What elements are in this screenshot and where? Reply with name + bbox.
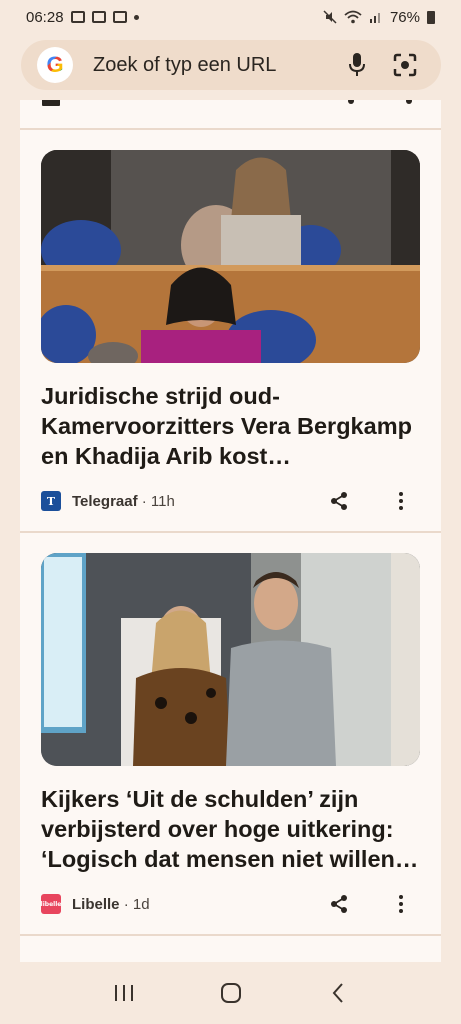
next-card[interactable]	[20, 936, 441, 962]
article-source[interactable]: Telegraaf · 11h	[72, 493, 175, 510]
mail-icon	[91, 11, 106, 23]
share-icon[interactable]	[319, 884, 359, 924]
source-name: Telegraaf	[72, 492, 138, 510]
wifi-icon	[344, 10, 362, 24]
gallery-icon	[70, 11, 85, 23]
article-card[interactable]: Kijkers ‘Uit de schulden’ zijn verbijste…	[20, 533, 441, 936]
search-input[interactable]: Zoek of typ een URL	[93, 54, 329, 77]
article-image[interactable]	[41, 150, 420, 363]
battery-icon	[427, 10, 435, 24]
status-bar: 06:28 76%	[0, 0, 461, 34]
status-time: 06:28	[26, 8, 64, 26]
article-image[interactable]	[41, 553, 420, 766]
libelle-logo-icon: libelle	[41, 894, 61, 914]
previous-card-footer	[20, 100, 441, 130]
system-nav-bar	[0, 962, 461, 1024]
mail-icon	[112, 11, 127, 23]
google-logo-icon[interactable]: G	[37, 47, 73, 83]
recent-apps-icon[interactable]	[104, 973, 144, 1013]
article-card[interactable]: Juridische strijd oud-Kamervoorzitters V…	[20, 130, 441, 533]
source-logo-icon	[42, 100, 60, 106]
telegraaf-logo-icon: T	[41, 491, 61, 511]
more-options-icon[interactable]	[381, 884, 421, 924]
article-time: · 11h	[141, 492, 175, 510]
camera-lens-icon[interactable]	[385, 45, 425, 85]
dot-icon	[133, 14, 139, 20]
article-meta: T Telegraaf · 11h	[41, 471, 421, 531]
more-icon[interactable]	[406, 100, 412, 104]
article-time: · 1d	[123, 895, 150, 913]
more-options-icon[interactable]	[381, 481, 421, 521]
article-meta: libelle Libelle · 1d	[41, 874, 421, 934]
parliament-photo	[41, 150, 420, 363]
search-bar[interactable]: G Zoek of typ een URL	[21, 40, 441, 90]
back-icon[interactable]	[318, 973, 358, 1013]
source-name: Libelle	[72, 895, 120, 913]
news-feed[interactable]: Juridische strijd oud-Kamervoorzitters V…	[20, 100, 441, 962]
article-headline[interactable]: Juridische strijd oud-Kamervoorzitters V…	[41, 381, 421, 471]
share-icon[interactable]	[348, 100, 354, 104]
battery-percentage: 76%	[389, 8, 420, 26]
share-icon[interactable]	[319, 481, 359, 521]
mute-icon	[323, 10, 337, 24]
mic-icon[interactable]	[337, 45, 377, 85]
article-source[interactable]: Libelle · 1d	[72, 896, 150, 913]
tv-show-photo	[41, 553, 420, 766]
signal-icon	[369, 13, 380, 23]
article-headline[interactable]: Kijkers ‘Uit de schulden’ zijn verbijste…	[41, 784, 421, 874]
home-icon[interactable]	[211, 973, 251, 1013]
